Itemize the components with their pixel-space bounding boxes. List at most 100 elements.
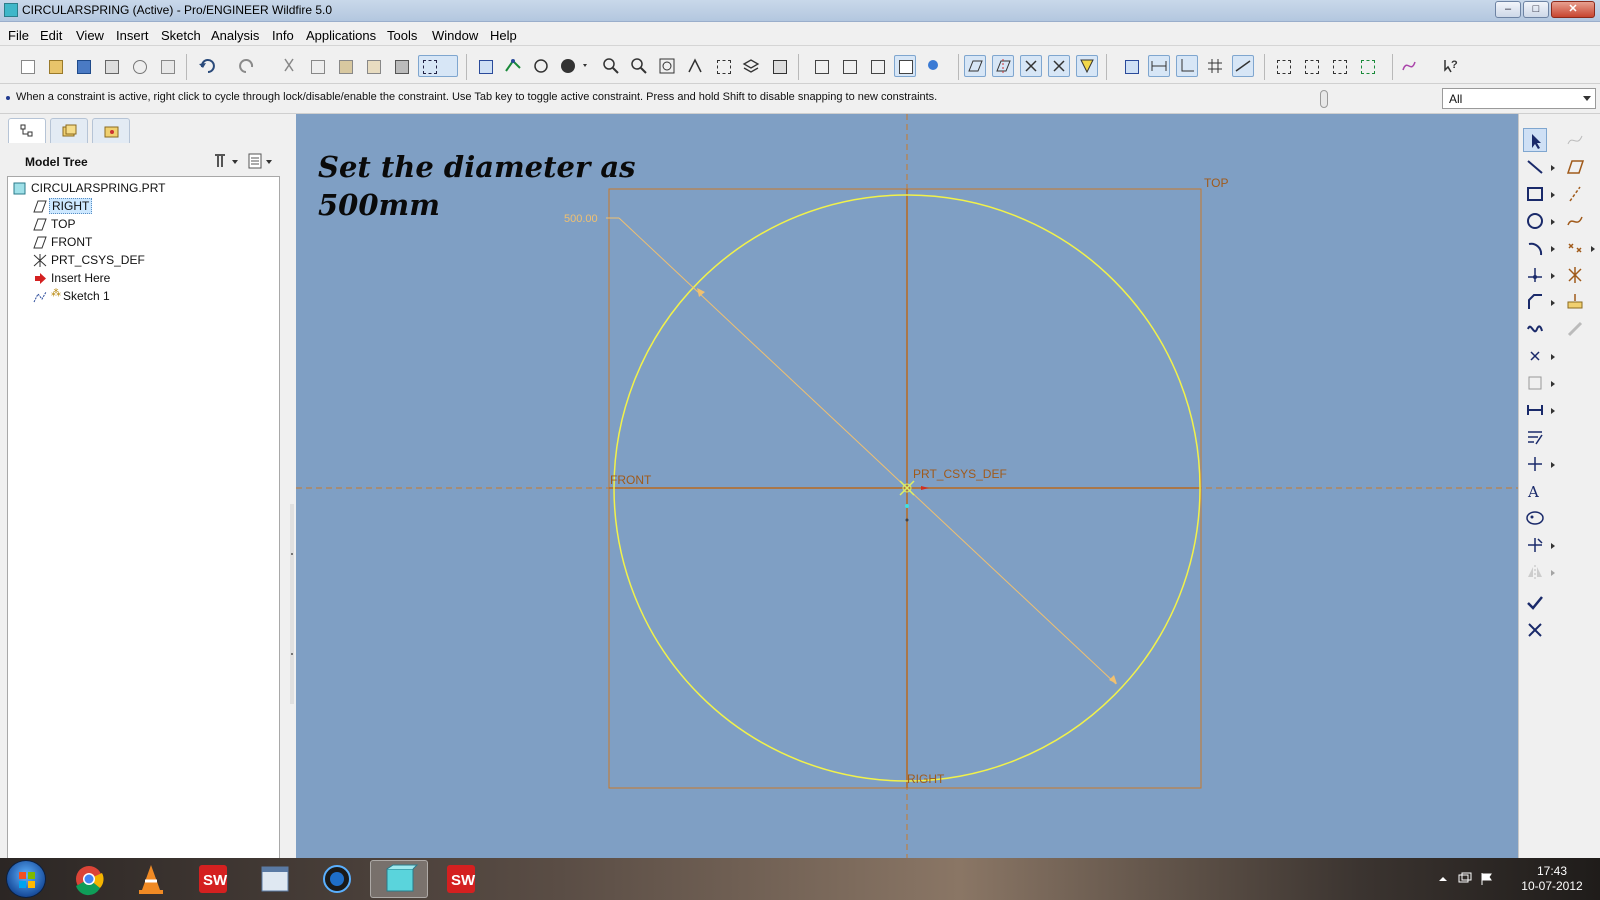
vertex-display-icon[interactable] (1232, 55, 1254, 77)
context-help-icon[interactable]: ? (1440, 55, 1462, 77)
axis-tool-icon[interactable] (1563, 182, 1587, 206)
regenerate-icon[interactable] (390, 55, 412, 77)
arc-flyout-icon[interactable] (1551, 246, 1555, 252)
menu-sketch[interactable]: Sketch (161, 28, 201, 43)
dimension-tool-icon[interactable] (1523, 398, 1547, 422)
mirror-tool-icon[interactable] (1523, 560, 1547, 584)
text-tool-icon[interactable]: A (1523, 479, 1547, 503)
chamfer-flyout-icon[interactable] (1551, 300, 1555, 306)
zoom-in-icon[interactable] (600, 55, 622, 77)
sketch-tool-3-icon[interactable] (1328, 55, 1350, 77)
use-edge-tool-icon[interactable] (1523, 371, 1547, 395)
fillet-flyout-icon[interactable] (1551, 273, 1555, 279)
system-clock[interactable]: 17:43 10-07-2012 (1516, 864, 1588, 894)
datum-point-tool-icon[interactable] (1563, 236, 1587, 260)
menu-view[interactable]: View (76, 28, 104, 43)
spline-tool-icon[interactable] (1523, 317, 1547, 341)
curve-tool-icon[interactable] (1563, 209, 1587, 233)
annotation-display-icon[interactable] (1076, 55, 1098, 77)
minimize-button[interactable]: – (1495, 1, 1521, 18)
graphics-window[interactable]: 500.00 TOP FRONT RIGHT PRT_CSYS_DEF Set … (296, 114, 1518, 858)
refit-icon[interactable] (656, 55, 678, 77)
open-file-icon[interactable] (44, 55, 66, 77)
paste-icon[interactable] (334, 55, 356, 77)
rectangle-tool-icon[interactable] (1523, 182, 1547, 206)
layers-tab[interactable] (50, 118, 88, 143)
no-hidden-icon[interactable] (866, 55, 888, 77)
datum-axes-icon[interactable] (992, 55, 1014, 77)
favorites-tab[interactable] (92, 118, 130, 143)
sketch-orient-icon[interactable] (474, 55, 496, 77)
csys-tool-icon[interactable] (1563, 263, 1587, 287)
line-tool-icon[interactable] (1523, 155, 1547, 179)
cancel-sketch-icon[interactable] (1523, 618, 1547, 642)
panel-splitter[interactable] (290, 504, 294, 704)
accept-sketch-icon[interactable] (1523, 591, 1547, 615)
datum-points-icon[interactable] (1020, 55, 1042, 77)
taskbar-chrome[interactable] (60, 860, 118, 898)
taskbar-explorer[interactable] (246, 860, 304, 898)
fillet-tool-icon[interactable] (1523, 263, 1547, 287)
palette-tool-icon[interactable] (1523, 506, 1547, 530)
analysis-feature-icon[interactable] (1563, 290, 1587, 314)
trim-tool-icon[interactable] (1523, 533, 1547, 557)
taskbar-proe[interactable] (370, 860, 428, 898)
construction-spline-icon[interactable] (1563, 128, 1587, 152)
datum-point-flyout-icon[interactable] (1591, 246, 1595, 252)
undo-icon[interactable] (196, 55, 218, 77)
taskbar-solidworks-1[interactable]: SW (184, 860, 242, 898)
paste-special-icon[interactable] (362, 55, 384, 77)
maximize-button[interactable]: □ (1523, 1, 1549, 18)
copy-icon[interactable] (306, 55, 328, 77)
menu-analysis[interactable]: Analysis (211, 28, 259, 43)
menu-window[interactable]: Window (432, 28, 478, 43)
chamfer-tool-icon[interactable] (1523, 290, 1547, 314)
plane-tool-icon[interactable] (1563, 155, 1587, 179)
taskbar-solidworks-2[interactable]: SW (432, 860, 490, 898)
wireframe-icon[interactable] (810, 55, 832, 77)
spin-center-icon[interactable] (530, 55, 552, 77)
menu-info[interactable]: Info (272, 28, 294, 43)
reorient-icon[interactable] (684, 55, 706, 77)
dimension-display-icon[interactable] (1148, 55, 1170, 77)
circle-tool-icon[interactable] (1523, 209, 1547, 233)
constrain-flyout-icon[interactable] (1551, 462, 1555, 468)
constraint-display-icon[interactable] (1176, 55, 1198, 77)
save-icon[interactable] (72, 55, 94, 77)
menu-applications[interactable]: Applications (306, 28, 376, 43)
taskbar-vlc[interactable] (122, 860, 180, 898)
send-mail-icon[interactable] (156, 55, 178, 77)
tray-expand-icon[interactable] (1436, 872, 1450, 885)
csys-display-icon[interactable] (1048, 55, 1070, 77)
sketch-display-icon[interactable] (502, 55, 524, 77)
datum-planes-icon[interactable] (964, 55, 986, 77)
line-flyout-icon[interactable] (1551, 165, 1555, 171)
select-arrow-icon[interactable] (1523, 128, 1547, 152)
start-button[interactable] (6, 860, 46, 898)
modify-tool-icon[interactable] (1523, 425, 1547, 449)
close-button[interactable]: ✕ (1551, 1, 1595, 18)
sketch-tool-1-icon[interactable] (1272, 55, 1294, 77)
tree-settings-button[interactable] (212, 151, 242, 171)
circle-flyout-icon[interactable] (1551, 219, 1555, 225)
mirror-flyout-icon[interactable] (1551, 570, 1555, 576)
dimension-flyout-icon[interactable] (1551, 408, 1555, 414)
display-style-icon[interactable] (558, 55, 594, 77)
layers-icon[interactable] (740, 55, 762, 77)
selection-filter-select[interactable]: All (1442, 88, 1596, 109)
sketch-tool-2-icon[interactable] (1300, 55, 1322, 77)
print-preview-icon[interactable] (128, 55, 150, 77)
grid-display-icon[interactable] (1204, 55, 1226, 77)
view-manager-icon[interactable] (768, 55, 790, 77)
use-edge-flyout-icon[interactable] (1551, 381, 1555, 387)
menu-edit[interactable]: Edit (40, 28, 62, 43)
menu-file[interactable]: File (8, 28, 29, 43)
saved-views-icon[interactable] (712, 55, 734, 77)
rectangle-flyout-icon[interactable] (1551, 192, 1555, 198)
model-tree-tab[interactable] (8, 118, 46, 143)
print-icon[interactable] (100, 55, 122, 77)
trim-flyout-icon[interactable] (1551, 543, 1555, 549)
point-flyout-icon[interactable] (1551, 354, 1555, 360)
action-center-flag-icon[interactable] (1480, 872, 1494, 885)
chain-tool-icon[interactable] (1563, 317, 1587, 341)
